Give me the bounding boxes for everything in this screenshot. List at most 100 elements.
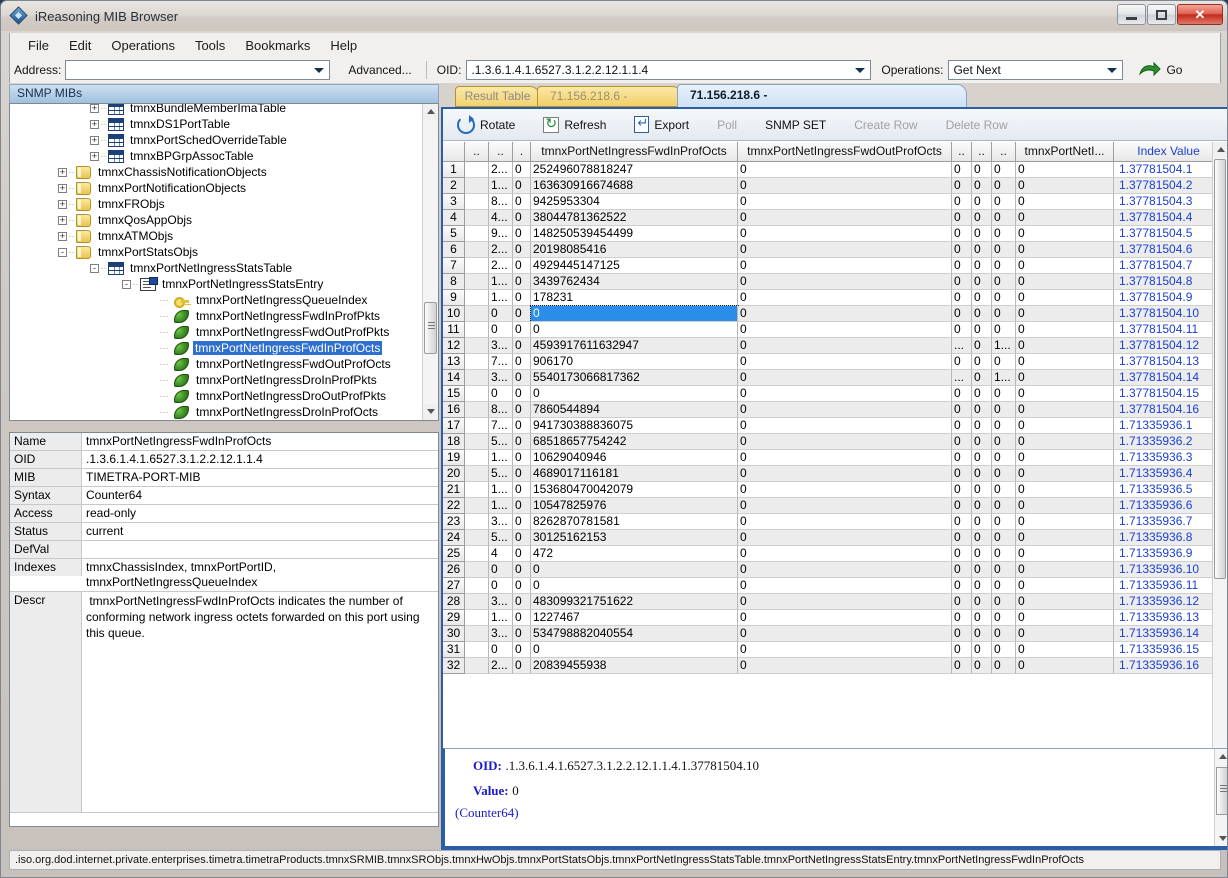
- grid-cell[interactable]: [465, 610, 489, 626]
- row-number[interactable]: 32: [443, 658, 465, 674]
- grid-cell[interactable]: 0: [530, 305, 739, 323]
- scrollbar-thumb[interactable]: [1216, 767, 1227, 815]
- grid-cell[interactable]: 0: [1016, 242, 1114, 258]
- grid-cell[interactable]: 0: [1016, 610, 1114, 626]
- menu-bookmarks[interactable]: Bookmarks: [235, 35, 320, 56]
- grid-cell[interactable]: 0: [992, 546, 1016, 562]
- grid-cell[interactable]: 0: [972, 386, 992, 402]
- grid-cell[interactable]: [465, 594, 489, 610]
- table-row[interactable]: 21 1... 0 153680470042079 0 0 0 0 0 1.71335936.5: [443, 482, 1227, 498]
- grid-cell[interactable]: 0: [738, 178, 952, 194]
- grid-cell[interactable]: 0: [972, 178, 992, 194]
- grid-cell[interactable]: 0: [992, 450, 1016, 466]
- row-number[interactable]: 22: [443, 498, 465, 514]
- grid-cell[interactable]: 0: [1016, 162, 1114, 178]
- grid-cell[interactable]: 0: [992, 178, 1016, 194]
- rotate-button[interactable]: Rotate: [457, 114, 515, 134]
- grid-cell[interactable]: 9425953304: [531, 194, 738, 210]
- grid-cell[interactable]: 0: [513, 434, 531, 450]
- grid-cell[interactable]: 0: [952, 498, 972, 514]
- table-row[interactable]: 11 0 0 0 0 0 0 0 0 1.37781504.11: [443, 322, 1227, 338]
- grid-cell[interactable]: 0: [952, 530, 972, 546]
- grid-cell[interactable]: 10629040946: [531, 450, 738, 466]
- grid-cell[interactable]: 3...: [489, 338, 513, 354]
- grid-cell[interactable]: [465, 226, 489, 242]
- grid-cell[interactable]: 0: [952, 562, 972, 578]
- grid-cell[interactable]: 0: [738, 514, 952, 530]
- table-row[interactable]: 29 1... 0 1227467 0 0 0 0 0 1.71335936.13: [443, 610, 1227, 626]
- grid-cell[interactable]: 0: [513, 178, 531, 194]
- table-row[interactable]: 30 3... 0 534798882040554 0 0 0 0 0 1.71335936.14: [443, 626, 1227, 642]
- tree-node-tmnxbpgrpassoctable[interactable]: + ·· tmnxBPGrpAssocTable: [10, 148, 422, 164]
- table-row[interactable]: 16 8... 0 7860544894 0 0 0 0 0 1.37781504.16: [443, 402, 1227, 418]
- index-value-cell[interactable]: 1.37781504.2: [1114, 178, 1224, 194]
- grid-cell[interactable]: 1...: [992, 338, 1016, 354]
- grid-cell[interactable]: 7...: [489, 418, 513, 434]
- grid-cell[interactable]: 0: [992, 290, 1016, 306]
- grid-cell[interactable]: 0: [992, 322, 1016, 338]
- tree-scrollbar[interactable]: [422, 104, 438, 420]
- grid-cell[interactable]: 0: [992, 210, 1016, 226]
- index-value-cell[interactable]: 1.71335936.2: [1114, 434, 1224, 450]
- grid-column-header[interactable]: ..: [465, 142, 489, 162]
- index-value-cell[interactable]: 1.71335936.14: [1114, 626, 1224, 642]
- index-value-cell[interactable]: 1.37781504.7: [1114, 258, 1224, 274]
- grid-cell[interactable]: 0: [992, 162, 1016, 178]
- tree-node-label[interactable]: tmnxPortNotificationObjects: [95, 181, 246, 195]
- tree-node-label[interactable]: tmnxPortNetIngressStatsEntry: [159, 277, 323, 291]
- grid-cell[interactable]: 3439762434: [531, 274, 738, 290]
- grid-cell[interactable]: [465, 354, 489, 370]
- tree-node-tmnxportstatsobjs[interactable]: - ·· tmnxPortStatsObjs: [10, 244, 422, 260]
- grid-cell[interactable]: 178231: [531, 290, 738, 306]
- table-row[interactable]: 12 3... 0 4593917611632947 0... 0 1... 0 1.37781…: [443, 338, 1227, 354]
- grid-cell[interactable]: 0: [738, 578, 952, 594]
- grid-cell[interactable]: 0: [738, 242, 952, 258]
- row-number[interactable]: 25: [443, 546, 465, 562]
- index-value-cell[interactable]: 1.37781504.6: [1114, 242, 1224, 258]
- grid-cell[interactable]: 0: [738, 402, 952, 418]
- expand-icon[interactable]: +: [58, 199, 67, 209]
- grid-cell[interactable]: 1...: [489, 178, 513, 194]
- grid-cell[interactable]: 534798882040554: [531, 626, 738, 642]
- tab-result-table[interactable]: Result Table: [455, 86, 540, 107]
- table-row[interactable]: 22 1... 0 10547825976 0 0 0 0 0 1.71335936.6: [443, 498, 1227, 514]
- grid-cell[interactable]: 0: [952, 578, 972, 594]
- grid-cell[interactable]: 0: [992, 434, 1016, 450]
- expand-icon[interactable]: +: [58, 167, 67, 177]
- grid-cell[interactable]: 1...: [489, 450, 513, 466]
- grid-cell[interactable]: 0: [738, 338, 952, 354]
- grid-cell[interactable]: 0: [972, 594, 992, 610]
- grid-cell[interactable]: 163630916674688: [531, 178, 738, 194]
- grid-cell[interactable]: 10547825976: [531, 498, 738, 514]
- grid-cell[interactable]: 0: [1016, 626, 1114, 642]
- grid-cell[interactable]: 0: [992, 354, 1016, 370]
- snmp-mibs-tab[interactable]: SNMP MIBs: [9, 84, 439, 103]
- grid-cell[interactable]: ...: [952, 338, 972, 354]
- grid-cell[interactable]: 0: [992, 578, 1016, 594]
- tree-node-label[interactable]: tmnxPortStatsObjs: [95, 245, 198, 259]
- grid-cell[interactable]: 0: [489, 642, 513, 658]
- grid-cell[interactable]: 2...: [489, 242, 513, 258]
- grid-cell[interactable]: 0: [952, 386, 972, 402]
- grid-cell[interactable]: [465, 162, 489, 178]
- grid-cell[interactable]: 0: [992, 658, 1016, 674]
- grid-cell[interactable]: 0: [738, 434, 952, 450]
- grid-cell[interactable]: 1227467: [531, 610, 738, 626]
- grid-cell[interactable]: 0: [952, 306, 972, 322]
- grid-cell[interactable]: 0: [972, 194, 992, 210]
- index-value-cell[interactable]: 1.37781504.10: [1114, 306, 1224, 322]
- tree-node-tmnxportnetingressfwdinprofocts[interactable]: ··· tmnxPortNetIngressFwdInProfOcts: [10, 340, 422, 356]
- grid-cell[interactable]: 0: [513, 290, 531, 306]
- grid-cell[interactable]: 0: [992, 226, 1016, 242]
- grid-cell[interactable]: 153680470042079: [531, 482, 738, 498]
- grid-cell[interactable]: 1...: [489, 498, 513, 514]
- grid-cell[interactable]: 0: [972, 226, 992, 242]
- grid-cell[interactable]: 0: [513, 194, 531, 210]
- tree-node-label[interactable]: tmnxPortNetIngressFwdOutProfOcts: [193, 357, 391, 371]
- tree-node-label[interactable]: tmnxATMObjs: [95, 229, 173, 243]
- table-row[interactable]: 24 5... 0 30125162153 0 0 0 0 0 1.71335936.8: [443, 530, 1227, 546]
- grid-cell[interactable]: 0: [738, 354, 952, 370]
- grid-cell[interactable]: 0: [738, 466, 952, 482]
- grid-column-header[interactable]: ..: [972, 142, 992, 162]
- index-value-cell[interactable]: 1.71335936.13: [1114, 610, 1224, 626]
